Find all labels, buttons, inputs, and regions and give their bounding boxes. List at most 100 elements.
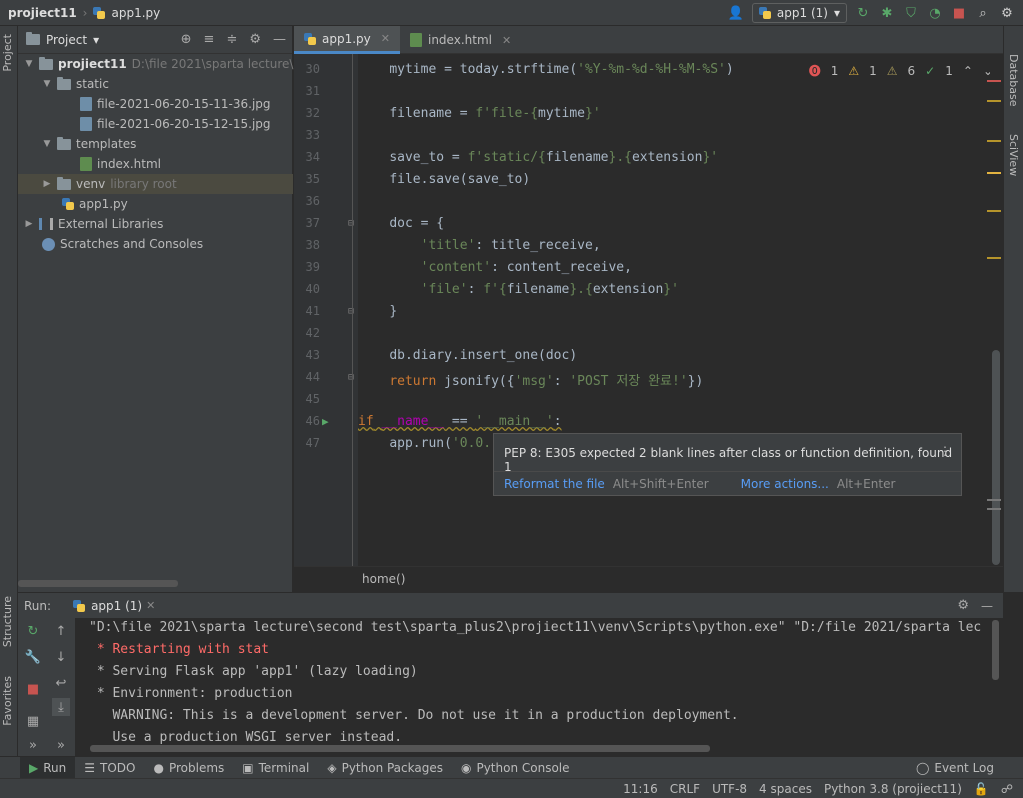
weak-warning-icon: ⚠	[886, 63, 898, 78]
tab-terminal[interactable]: ▣ Terminal	[233, 757, 318, 779]
sciview-tool-tab[interactable]: SciView	[1007, 134, 1020, 176]
profile-icon[interactable]: ◔	[927, 5, 943, 21]
run-configuration-select[interactable]: app1 (1) ▾	[751, 3, 847, 23]
lock-icon[interactable]: 🔓	[974, 782, 989, 796]
tree-file[interactable]: file-2021-06-20-15-12-15.jpg	[80, 114, 271, 134]
rerun-icon[interactable]: ↻	[855, 5, 871, 21]
rerun-icon[interactable]: ↻	[24, 622, 42, 640]
minimize-icon[interactable]: —	[981, 599, 993, 613]
user-icon[interactable]: 👤	[728, 5, 744, 21]
favorites-tool-tab[interactable]: Favorites	[1, 676, 14, 726]
scroll-to-end-icon[interactable]: ⤓	[52, 698, 70, 716]
line-number: 40	[305, 282, 320, 296]
coverage-icon[interactable]: ⛉	[903, 5, 919, 21]
chevron-down-icon[interactable]: ▼	[42, 139, 52, 149]
line-number: 34	[305, 150, 320, 164]
project-tool-tab[interactable]: Project	[1, 34, 14, 72]
arrow-down-icon[interactable]: ↓	[52, 648, 70, 666]
root-name: projiect11	[58, 57, 127, 71]
warning-stripe-mark[interactable]	[987, 210, 1001, 212]
debug-icon[interactable]: ✱	[879, 5, 895, 21]
tab-python-packages[interactable]: ◈ Python Packages	[318, 757, 452, 779]
run-tab-label[interactable]: app1 (1)	[91, 599, 142, 613]
tab-app1-py[interactable]: app1.py ✕	[294, 26, 400, 54]
more-actions-link[interactable]: More actions...	[741, 477, 829, 491]
soft-wrap-icon[interactable]: ↩	[52, 674, 70, 692]
run-gutter-icon[interactable]: ▶	[322, 415, 329, 428]
close-icon[interactable]: ✕	[146, 599, 155, 612]
tab-event-log[interactable]: ◯ Event Log	[907, 757, 1003, 779]
tab-index-html[interactable]: index.html ✕	[400, 26, 521, 54]
stripe-mark[interactable]	[987, 499, 1001, 501]
arrow-up-icon[interactable]: ↑	[52, 622, 70, 640]
stop-icon[interactable]: ■	[24, 680, 42, 698]
tree-file[interactable]: app1.py	[62, 194, 128, 214]
chevron-right-icon[interactable]: ▶	[42, 179, 52, 189]
tree-external-libraries[interactable]: ▶ External Libraries	[24, 214, 164, 234]
typo-count: 1	[945, 63, 953, 78]
editor-gutter[interactable]: 30 31 32 33 34 35 36 37 38 39 40 41 42 4…	[294, 54, 358, 566]
tab-todo[interactable]: ☰ TODO	[75, 757, 144, 779]
chevron-down-icon[interactable]: ▾	[93, 33, 99, 47]
python-console-icon: ◉	[460, 760, 472, 775]
warning-stripe-mark[interactable]	[987, 100, 1001, 102]
code-line: }	[389, 304, 398, 319]
console-vertical-scrollbar[interactable]	[992, 620, 999, 680]
editor-breadcrumb[interactable]: home()	[362, 572, 405, 586]
close-icon[interactable]: ✕	[502, 34, 511, 47]
caret-position[interactable]: 11:16	[623, 782, 658, 796]
more-icon[interactable]: »	[24, 736, 42, 754]
chevron-down-icon[interactable]: ▼	[24, 59, 34, 69]
python-interpreter[interactable]: Python 3.8 (projiect11)	[824, 782, 962, 796]
indent-setting[interactable]: 4 spaces	[759, 782, 812, 796]
tree-scratches[interactable]: Scratches and Consoles	[42, 234, 203, 254]
tab-problems[interactable]: ● Problems	[144, 757, 233, 779]
minimize-icon[interactable]: —	[273, 32, 286, 47]
console-horizontal-scrollbar[interactable]	[90, 745, 710, 752]
locate-icon[interactable]: ⊕	[181, 32, 192, 47]
stop-icon[interactable]: ■	[951, 5, 967, 21]
stripe-mark[interactable]	[987, 508, 1001, 510]
tab-python-console[interactable]: ◉ Python Console	[452, 757, 579, 779]
tab-label: Terminal	[258, 760, 310, 775]
warning-stripe-mark[interactable]	[987, 257, 1001, 259]
scratches-label: Scratches and Consoles	[60, 237, 204, 251]
breadcrumb-project[interactable]: projiect11	[8, 6, 77, 20]
tree-folder-static[interactable]: ▼ static	[42, 74, 109, 94]
layout-icon[interactable]: ▦	[24, 712, 42, 730]
editor-scroll-thumb[interactable]	[992, 350, 1000, 565]
file-encoding[interactable]: UTF-8	[712, 782, 747, 796]
tree-file[interactable]: index.html	[80, 154, 161, 174]
chevron-up-icon[interactable]: ⌃	[963, 64, 973, 78]
gear-icon[interactable]: ⚙	[249, 32, 261, 47]
breadcrumb-file[interactable]: app1.py	[111, 6, 160, 20]
warning-stripe-mark[interactable]	[987, 140, 1001, 142]
warning-stripe-mark[interactable]	[987, 172, 1001, 174]
chevron-down-icon[interactable]: ▼	[42, 79, 52, 89]
database-tool-tab[interactable]: Database	[1007, 54, 1020, 107]
run-console[interactable]: "D:\file 2021\sparta lecture\second test…	[77, 618, 1003, 756]
search-icon[interactable]: ⌕	[975, 5, 991, 21]
gear-icon[interactable]: ⚙	[957, 598, 969, 613]
wrench-icon[interactable]: 🔧	[24, 648, 42, 666]
inspection-widget[interactable]: ⓿1 ⚠ 1 ⚠ 6 ✓ 1 ⌃ ⌄	[809, 62, 993, 79]
expand-all-icon[interactable]: ≡	[204, 32, 215, 47]
tab-run[interactable]: ▶ Run	[20, 756, 76, 779]
more-options-icon[interactable]: ⋮	[939, 444, 951, 458]
tree-folder-venv[interactable]: ▶ venv library root	[18, 174, 293, 194]
more-icon[interactable]: »	[52, 736, 70, 754]
line-separator[interactable]: CRLF	[670, 782, 700, 796]
collapse-all-icon[interactable]: ≑	[226, 32, 237, 47]
project-horizontal-scrollbar[interactable]	[18, 580, 178, 587]
project-view-title[interactable]: Project	[46, 33, 87, 47]
tree-root[interactable]: ▼ projiect11 D:\file 2021\sparta lecture…	[24, 54, 307, 74]
tree-folder-templates[interactable]: ▼ templates	[42, 134, 136, 154]
chevron-right-icon[interactable]: ▶	[24, 219, 34, 229]
settings-icon[interactable]: ⚙	[999, 5, 1015, 21]
tree-file[interactable]: file-2021-06-20-15-11-36.jpg	[80, 94, 271, 114]
close-icon[interactable]: ✕	[381, 32, 390, 45]
error-stripe-mark[interactable]	[987, 80, 1001, 82]
structure-tool-tab[interactable]: Structure	[1, 596, 14, 647]
git-icon[interactable]: ☍	[1001, 782, 1013, 796]
reformat-file-link[interactable]: Reformat the file	[504, 477, 605, 491]
